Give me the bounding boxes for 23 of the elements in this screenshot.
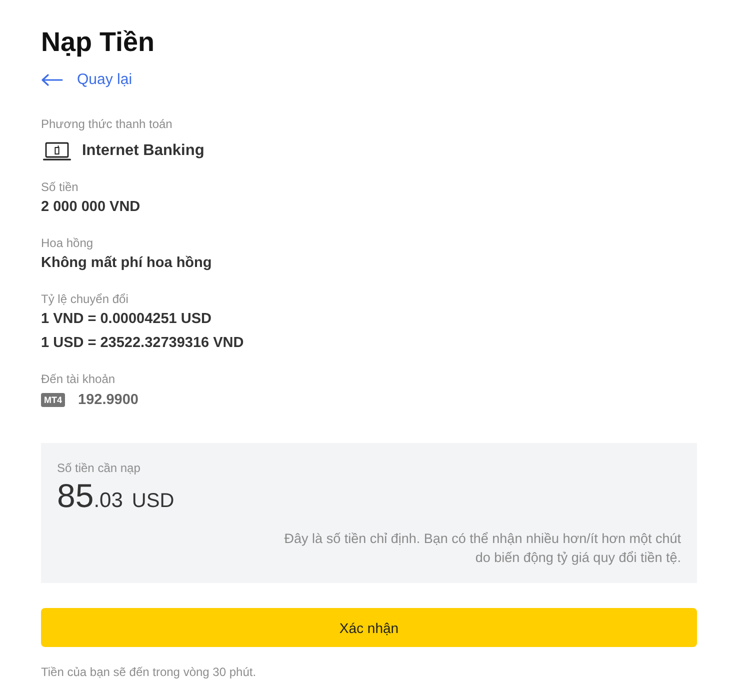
disclaimer-note: Đây là số tiền chỉ định. Bạn có thể nhận nhiều hơn/ít hơn một chút do biến động tỷ giá quy đổi tiền tệ. [283, 530, 681, 567]
exchange-rate: 1 USD = 23522.32739316 VND [41, 334, 244, 353]
page-title: Nạp Tiền [41, 26, 155, 59]
footer-note: Tiền của bạn sẽ đến trong vòng 30 phút. [41, 664, 256, 680]
amount-currency: USD [132, 489, 174, 514]
account-number: 192.9900 [78, 391, 138, 410]
field-label: Hoa hồng [41, 235, 94, 251]
laptop-icon [43, 142, 71, 160]
exchange-rate: 1 VND = 0.00004251 USD [41, 310, 212, 329]
amount-fraction: .03 [94, 488, 123, 514]
back-arrow-icon [41, 74, 63, 86]
platform-tag: MT4 [41, 393, 65, 407]
confirm-button[interactable]: Xác nhận [41, 608, 697, 647]
field-label: Số tiền [41, 179, 78, 195]
field-label: Tỷ lệ chuyển đổi [41, 291, 128, 307]
summary-label: Số tiền cần nạp [57, 460, 140, 476]
field-label: Đến tài khoản [41, 371, 116, 387]
field-value: 2 000 000 VND [41, 198, 140, 217]
field-value: Không mất phí hoa hồng [41, 254, 212, 273]
back-link[interactable]: Quay lại [41, 69, 132, 91]
payment-method-value: Internet Banking [82, 141, 204, 161]
amount-integer: 85 [57, 478, 94, 514]
field-label: Phương thức thanh toán [41, 116, 172, 132]
